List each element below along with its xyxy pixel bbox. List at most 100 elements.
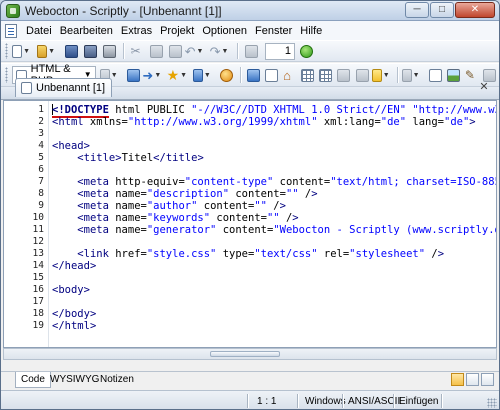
tab-unbenannt-1[interactable]: Unbenannt [1]	[15, 78, 113, 97]
code-line[interactable]: <head>	[52, 140, 90, 152]
toolbar-grip[interactable]	[5, 43, 8, 59]
new-file-icon	[12, 44, 23, 58]
form-icon	[355, 68, 369, 82]
line-number: 16	[32, 284, 44, 295]
line-number: 13	[32, 248, 44, 259]
code-area[interactable]: <!DOCTYPE html PUBLIC "-//W3C//DTD XHTML…	[49, 101, 496, 347]
goto-line-input[interactable]: 1	[265, 42, 295, 60]
open-file-button[interactable]: ▼	[37, 42, 55, 60]
save-all-button[interactable]	[81, 42, 99, 60]
menu-projekt[interactable]: Projekt	[156, 25, 198, 37]
tab-notizen[interactable]: Notizen	[95, 372, 139, 388]
menu-datei[interactable]: Datei	[22, 25, 56, 37]
line-number: 6	[38, 164, 44, 175]
brush-icon: ✎	[464, 67, 475, 82]
minimize-button[interactable]: ─	[405, 2, 429, 18]
close-tab-button[interactable]: ✕	[477, 80, 491, 94]
html-file-button[interactable]	[263, 66, 280, 84]
menu-bearbeiten[interactable]: Bearbeiten	[56, 25, 117, 37]
code-line[interactable]: </html>	[52, 320, 96, 332]
toolbar-grip[interactable]	[5, 67, 8, 83]
code-line[interactable]: <meta http-equiv="content-type" content=…	[52, 176, 496, 188]
close-window-button[interactable]: ✕	[455, 2, 495, 18]
new-file-button[interactable]: ▼	[12, 42, 30, 60]
code-line[interactable]: <html xmlns="http://www.w3.org/1999/xhtm…	[52, 116, 476, 128]
layout-icon	[401, 68, 412, 82]
redo-button[interactable]: ↷ ▼	[210, 42, 229, 60]
insert-icon	[126, 68, 140, 82]
line-number: 15	[32, 272, 44, 283]
find-button[interactable]	[242, 42, 260, 60]
line-number: 19	[32, 320, 44, 331]
find-icon	[244, 44, 258, 58]
window-title: Webocton - Scriptly - [Unbenannt [1]]	[25, 4, 222, 18]
goto-line-button[interactable]	[297, 42, 315, 60]
save-all-icon	[83, 44, 97, 58]
code-line[interactable]: <meta name="author" content="" />	[52, 200, 286, 212]
form-button[interactable]	[354, 66, 371, 84]
insert-button[interactable]	[125, 66, 142, 84]
layout-button[interactable]: ▼	[401, 66, 420, 84]
snippet-button[interactable]: ▼	[192, 66, 211, 84]
home-button[interactable]: ⌂	[281, 66, 298, 84]
line-number: 18	[32, 308, 44, 319]
save-button[interactable]	[62, 42, 80, 60]
image-icon	[446, 68, 460, 82]
horizontal-splitter[interactable]	[3, 348, 497, 360]
grid-button[interactable]	[317, 66, 334, 84]
image-button[interactable]	[445, 66, 462, 84]
arrow-button[interactable]: ➜ ▼	[142, 66, 161, 84]
app-logo-icon	[6, 4, 20, 18]
splitter-handle[interactable]	[210, 351, 280, 357]
caption-buttons: ─ □ ✕	[405, 2, 495, 18]
list-button[interactable]	[335, 66, 352, 84]
toolbar-separator	[123, 43, 124, 59]
menu-hilfe[interactable]: Hilfe	[296, 25, 326, 37]
paste-icon	[168, 44, 182, 58]
title-bar[interactable]: Webocton - Scriptly - [Unbenannt [1]] ─ …	[1, 1, 499, 21]
copy-icon	[149, 44, 163, 58]
code-line[interactable]: <body>	[52, 284, 90, 296]
page-icon	[265, 68, 279, 82]
maximize-button[interactable]: □	[430, 2, 454, 18]
copy-button[interactable]	[147, 42, 165, 60]
code-line[interactable]: <!DOCTYPE html PUBLIC "-//W3C//DTD XHTML…	[52, 104, 496, 118]
code-line[interactable]: <meta name="keywords" content="" />	[52, 212, 298, 224]
code-line[interactable]: </body>	[52, 308, 96, 320]
document-icon[interactable]	[5, 23, 17, 38]
list-icon	[337, 68, 351, 82]
favorites-button[interactable]: ★ ▼	[167, 66, 188, 84]
format-button[interactable]	[245, 66, 262, 84]
paste-button[interactable]	[166, 42, 184, 60]
print-icon	[102, 44, 116, 58]
cursor-position: 1 : 1	[257, 396, 277, 407]
menu-optionen[interactable]: Optionen	[198, 25, 251, 37]
code-editor[interactable]: 1 2 3 4 5 6 7 8 9 10 11 12 13 14 15 16 1…	[3, 100, 497, 348]
line-number: 5	[38, 152, 44, 163]
code-line[interactable]: <meta name="description" content="" />	[52, 188, 317, 200]
single-view-icon[interactable]	[451, 373, 464, 386]
line-number: 17	[32, 296, 44, 307]
print-button[interactable]	[100, 42, 118, 60]
preview-view-icon[interactable]	[481, 373, 494, 386]
resize-grip[interactable]	[487, 398, 497, 408]
code-line[interactable]: <title>Titel</title>	[52, 152, 203, 164]
menu-fenster[interactable]: Fenster	[251, 25, 296, 37]
undo-button[interactable]: ↶ ▼	[185, 42, 204, 60]
toolbar-separator	[237, 43, 238, 59]
line-number: 11	[32, 224, 44, 235]
table-button[interactable]	[299, 66, 316, 84]
status-divider	[393, 394, 394, 408]
code-line[interactable]: </head>	[52, 260, 96, 272]
browser-preview-button[interactable]	[218, 66, 235, 84]
code-line[interactable]: <meta name="generator" content="Webocton…	[52, 224, 496, 236]
home-icon: ⌂	[283, 67, 292, 83]
menu-extras[interactable]: Extras	[117, 25, 156, 37]
code-line[interactable]: <link href="style.css" type="text/css" r…	[52, 248, 444, 260]
color-button[interactable]: ▼	[371, 66, 390, 84]
toolbar-separator	[396, 67, 398, 83]
document-props-button[interactable]	[427, 66, 444, 84]
split-view-icon[interactable]	[466, 373, 479, 386]
cut-button[interactable]: ✂	[128, 42, 146, 60]
line-number: 8	[38, 188, 44, 199]
